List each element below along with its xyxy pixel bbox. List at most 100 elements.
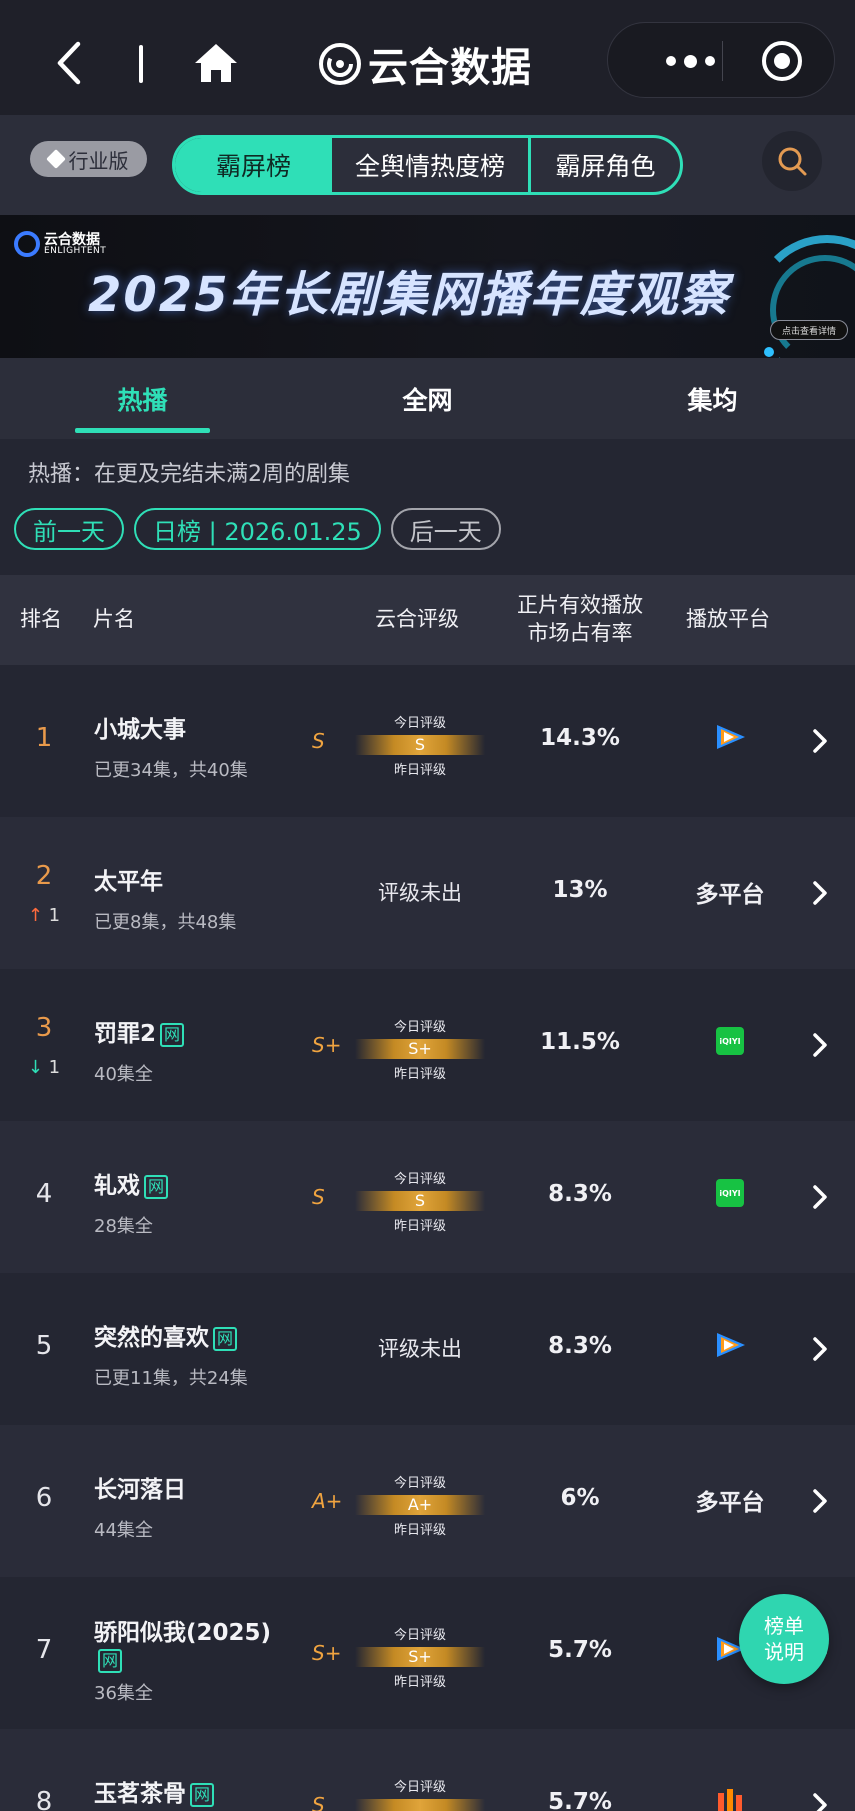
show-title-text: 长河落日 <box>94 1477 186 1503</box>
nav-separator <box>139 45 143 83</box>
show-title: 骄阳似我(2025) 网 <box>94 1613 271 1673</box>
platform-text: 多平台 <box>695 882 765 908</box>
tab-bapingbang[interactable]: 霸屏榜 <box>175 138 332 192</box>
rating-yesterday-label: 昨日评级 <box>393 1219 446 1234</box>
rating-yesterday-label: 昨日评级 <box>393 1675 446 1690</box>
banner-cta[interactable]: 点击查看详情 <box>770 320 848 340</box>
market-share: 6% <box>560 1485 600 1511</box>
net-drama-tag: 网 <box>98 1648 123 1673</box>
subtab-all-network[interactable]: 全网 <box>285 358 570 439</box>
rating-today-label: 今日评级 <box>393 1628 446 1643</box>
show-title-text: 突然的喜欢 <box>94 1325 209 1351</box>
yunhe-logo-icon <box>319 43 361 85</box>
rating-bar: 今日评级 S 昨日评级 <box>355 1168 485 1234</box>
net-drama-tag: 网 <box>213 1326 238 1351</box>
rating-yesterday-label: 昨日评级 <box>393 1067 446 1082</box>
chevron-right-icon[interactable] <box>808 1183 832 1211</box>
tab-top-roles[interactable]: 霸屏角色 <box>531 138 680 192</box>
iqiyi-icon: iQIYI <box>716 1179 744 1207</box>
rank-number: 4 <box>35 1179 53 1209</box>
rating-bar-fill: S <box>355 1191 485 1211</box>
market-share: 5.7% <box>548 1637 612 1663</box>
show-title-text: 轧戏 <box>94 1173 140 1199</box>
rank-change: ↓ 1 <box>27 1057 61 1078</box>
mini-program-capsule <box>607 22 835 98</box>
rating-pending: 评级未出 <box>378 881 462 905</box>
industry-edition-badge[interactable]: 行业版 <box>30 141 147 177</box>
current-date-button[interactable]: 日榜 | 2026.01.25 <box>134 508 381 550</box>
table-row[interactable]: 2 ↑ 1 太平年 已更8集，共48集 评级未出 13% 多平台 <box>0 817 855 969</box>
chevron-right-icon[interactable] <box>808 1335 832 1363</box>
table-row[interactable]: 5 突然的喜欢网已更11集，共24集 评级未出 8.3% <box>0 1273 855 1425</box>
next-day-button[interactable]: 后一天 <box>390 508 501 550</box>
tab-sentiment-heat[interactable]: 全舆情热度榜 <box>332 138 531 192</box>
show-title-text: 罚罪2 <box>94 1021 157 1047</box>
show-title: 玉茗茶骨网 <box>94 1774 215 1808</box>
episode-info: 44集全 <box>94 1520 153 1541</box>
rating-grade: S+ <box>312 1033 342 1057</box>
more-options-icon[interactable] <box>640 45 740 77</box>
show-title-text: 玉茗茶骨 <box>94 1781 186 1807</box>
platform-cell: iQIYI <box>680 1027 780 1055</box>
ranking-explanation-button[interactable]: 榜单 说明 <box>739 1594 829 1684</box>
table-row[interactable]: 3 ↓ 1 罚罪2 网 40集全 S+ 今日评级 S+ 昨日评级 11.5% iQIYI <box>0 969 855 1121</box>
rank-number: 5 <box>35 1331 53 1361</box>
app-title-text: 云合数据 <box>368 45 532 91</box>
fab-line1: 榜单 <box>764 1614 804 1638</box>
episode-info: 28集全 <box>94 1216 153 1237</box>
subtab-hot[interactable]: 热播 <box>0 358 285 439</box>
fab-line2: 说明 <box>764 1640 804 1664</box>
episode-info: 40集全 <box>94 1064 153 1085</box>
chevron-right-icon[interactable] <box>808 727 832 755</box>
market-share: 8.3% <box>548 1333 612 1359</box>
show-title-text: 小城大事 <box>94 717 186 743</box>
chevron-right-icon[interactable] <box>808 1487 832 1515</box>
diamond-icon <box>45 149 66 169</box>
top-nav: 云合数据 <box>0 0 855 115</box>
rank-number: 6 <box>35 1483 53 1513</box>
platform-cell: iQIYI <box>680 1179 780 1207</box>
ranking-tabbar: 行业版 霸屏榜 全舆情热度榜 霸屏角色 <box>0 115 855 215</box>
promo-banner[interactable]: 云合数据 ENLIGHTENT 2025年长剧集网播年度观察 点击查看详情 <box>0 215 855 358</box>
table-row[interactable]: 8 玉茗茶骨网 S 今日评级 5.7% <box>0 1729 855 1811</box>
episode-info: 36集全 <box>94 1683 153 1704</box>
capsule-divider <box>722 41 723 81</box>
platform-cell <box>680 1787 780 1811</box>
back-icon[interactable] <box>50 38 90 88</box>
rank-down-icon: ↓ <box>27 1057 43 1078</box>
rating-today-label: 今日评级 <box>393 1780 446 1795</box>
rating-bar: 今日评级 S 昨日评级 <box>355 712 485 778</box>
market-share: 5.7% <box>548 1789 612 1811</box>
table-row[interactable]: 4 轧戏网 28集全 S 今日评级 S 昨日评级 8.3% iQIYI <box>0 1121 855 1273</box>
table-row[interactable]: 1 小城大事 已更34集，共40集 S 今日评级 S 昨日评级 14.3% <box>0 665 855 817</box>
table-row[interactable]: 6 长河落日 44集全 A+ 今日评级 A+ 昨日评级 6% 多平台 <box>0 1425 855 1577</box>
rank-up-icon: ↑ <box>27 905 43 926</box>
rating-bar-fill: S+ <box>355 1039 485 1059</box>
rank-number: 2 <box>35 861 53 891</box>
market-share: 8.3% <box>548 1181 612 1207</box>
header-title: 片名 <box>93 607 135 631</box>
prev-day-button[interactable]: 前一天 <box>14 508 124 550</box>
rating-bar: 今日评级 S+ 昨日评级 <box>355 1624 485 1690</box>
platform-text: 多平台 <box>695 1490 765 1516</box>
table-row[interactable]: 7 骄阳似我(2025) 网 36集全 S+ 今日评级 S+ 昨日评级 5.7% <box>0 1577 855 1729</box>
search-button[interactable] <box>762 131 822 191</box>
ranking-list: 1 小城大事 已更34集，共40集 S 今日评级 S 昨日评级 14.3% 2 ↑ 1 太平年 已更8… <box>0 665 855 1811</box>
header-share-line1: 正片有效播放 <box>517 593 643 617</box>
chevron-right-icon[interactable] <box>808 1791 832 1811</box>
chevron-right-icon[interactable] <box>808 879 832 907</box>
chevron-right-icon[interactable] <box>808 1031 832 1059</box>
subtab-per-episode[interactable]: 集均 <box>570 358 855 439</box>
rating-bar-fill <box>355 1799 485 1811</box>
ranking-segment: 霸屏榜 全舆情热度榜 霸屏角色 <box>172 135 683 195</box>
home-icon[interactable] <box>191 38 241 88</box>
close-target-icon[interactable] <box>760 39 804 83</box>
show-title: 长河落日 <box>94 1470 186 1504</box>
rank-change: ↑ 1 <box>27 905 61 926</box>
show-title: 轧戏网 <box>94 1166 169 1200</box>
date-controls: 前一天 日榜 | 2026.01.25 后一天 <box>14 508 501 550</box>
app-title: 云合数据 <box>318 36 532 92</box>
show-title-text: 太平年 <box>94 869 163 895</box>
tencent-video-icon <box>717 1333 745 1357</box>
table-header: 排名 片名 云合评级 正片有效播放 市场占有率 播放平台 <box>0 575 855 665</box>
